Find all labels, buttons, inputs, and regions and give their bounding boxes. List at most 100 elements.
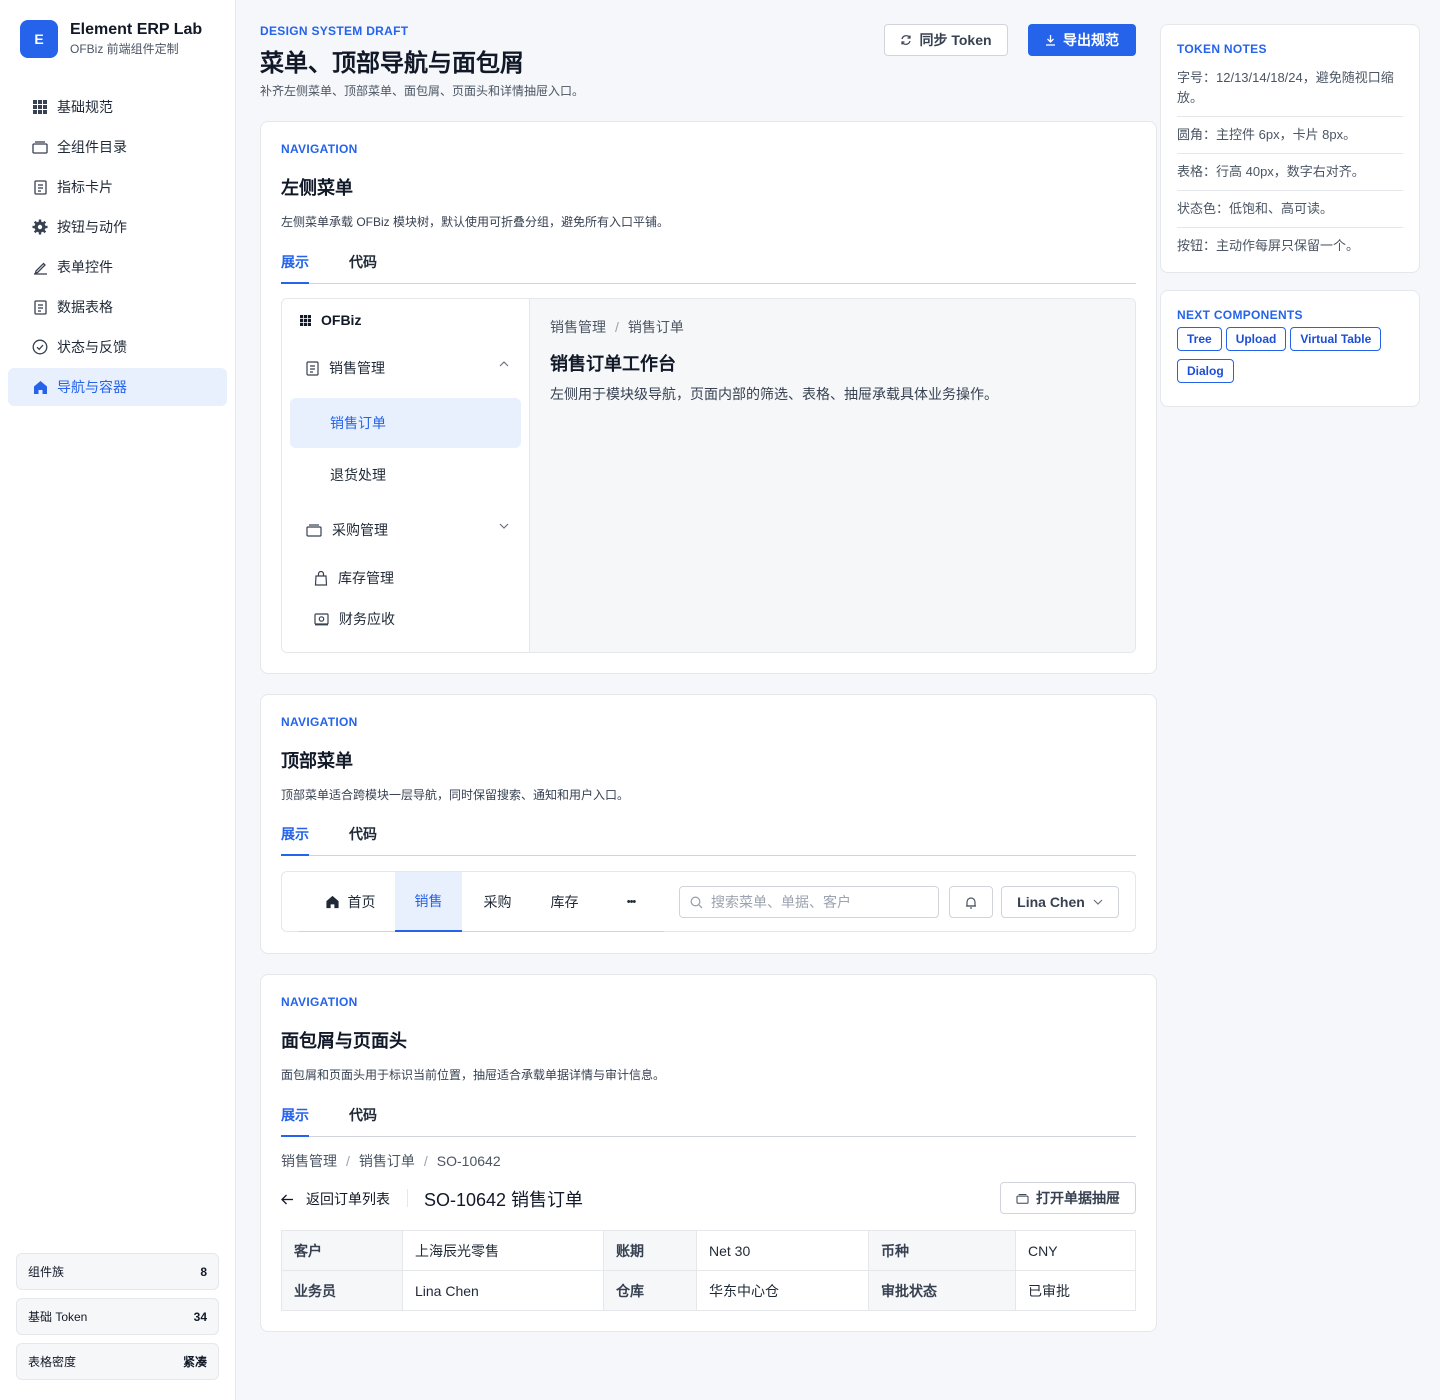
- demo-menu-header: OFBiz: [300, 312, 361, 328]
- left-menu-demo: OFBiz 销售管理 销售订单 退货处理 采购管理 库存管理 财务应收 销售管理…: [281, 298, 1136, 653]
- tab-code[interactable]: 代码: [349, 822, 377, 856]
- panel-eyebrow: TOKEN NOTES: [1177, 42, 1267, 56]
- back-label: 返回订单列表: [306, 1191, 390, 1207]
- list-item: 按钮：主动作每屏只保留一个。: [1177, 238, 1360, 253]
- search-icon: [690, 896, 703, 909]
- sidebar-item-label: 状态与反馈: [57, 339, 127, 355]
- panel-eyebrow: NEXT COMPONENTS: [1177, 308, 1303, 322]
- menu-item-label: 库存管理: [338, 570, 394, 586]
- sidebar-item-navigation-containers[interactable]: 导航与容器: [8, 368, 227, 406]
- search-input[interactable]: 搜索菜单、单据、客户: [679, 886, 939, 918]
- sidebar-stats: 组件族 8 基础 Token 34 表格密度 紧凑: [16, 1253, 219, 1388]
- sidebar-item-label: 按钮与动作: [57, 219, 127, 235]
- page-title: 菜单、顶部导航与面包屑: [260, 50, 524, 77]
- menu-item-inventory[interactable]: 库存管理: [290, 555, 521, 601]
- nav-label: 库存: [550, 894, 579, 910]
- card-breadcrumb-header: NAVIGATION 面包屑与页面头 面包屑和页面头用于标识当前位置，抽屉适合承…: [260, 974, 1157, 1332]
- user-menu-button[interactable]: Lina Chen: [1001, 886, 1119, 918]
- sidebar-nav: 基础规范 全组件目录 指标卡片 按钮与动作 表单控件 数据表格 状态与反馈 导航…: [8, 88, 227, 408]
- chip-dialog[interactable]: Dialog: [1177, 359, 1234, 383]
- menu-item-receivables[interactable]: 财务应收: [290, 596, 521, 642]
- table-value: 已审批: [1015, 1270, 1136, 1311]
- card-top-menu: NAVIGATION 顶部菜单 顶部菜单适合跨模块一层导航，同时保留搜索、通知和…: [260, 694, 1157, 954]
- gear-icon: [32, 219, 48, 235]
- table-value: Net 30: [696, 1230, 869, 1271]
- table-row: 客户 上海辰光零售 账期 Net 30 币种 CNY: [281, 1230, 1136, 1271]
- chevron-up-icon: [499, 361, 509, 367]
- table-row: 业务员 Lina Chen 仓库 华东中心仓 审批状态 已审批: [281, 1270, 1136, 1311]
- nav-label: 采购: [483, 894, 512, 910]
- card-description: 顶部菜单适合跨模块一层导航，同时保留搜索、通知和用户入口。: [281, 788, 630, 802]
- export-spec-button[interactable]: 导出规范: [1028, 24, 1136, 56]
- menu-group-label: 销售管理: [329, 360, 385, 376]
- wallet-icon: [314, 612, 329, 626]
- brand-title: Element ERP Lab: [70, 21, 203, 38]
- order-title: SO-10642 销售订单: [424, 1190, 584, 1210]
- sidebar-item-buttons[interactable]: 按钮与动作: [8, 208, 227, 246]
- user-name: Lina Chen: [1017, 894, 1085, 910]
- menu-item-sales-orders[interactable]: 销售订单: [290, 398, 521, 448]
- sidebar-item-basics[interactable]: 基础规范: [8, 88, 227, 126]
- brand-subtitle: OFBiz 前端组件定制: [70, 42, 179, 56]
- stat-value: 8: [200, 1264, 207, 1279]
- menu-item-returns[interactable]: 退货处理: [290, 450, 521, 500]
- download-icon: [1045, 34, 1056, 46]
- chip-upload[interactable]: Upload: [1225, 327, 1287, 351]
- tab-show[interactable]: 展示: [281, 822, 309, 856]
- breadcrumb-item[interactable]: 销售管理: [281, 1153, 337, 1169]
- sidebar-item-metric-cards[interactable]: 指标卡片: [8, 168, 227, 206]
- refresh-icon: [900, 34, 912, 46]
- stat-value: 34: [193, 1309, 207, 1324]
- open-drawer-button[interactable]: 打开单据抽屉: [1000, 1182, 1136, 1214]
- nav-item-stock[interactable]: 库存: [531, 872, 598, 932]
- menu-item-label: 财务应收: [339, 611, 395, 627]
- home-icon: [325, 895, 340, 909]
- back-link[interactable]: 返回订单列表: [281, 1189, 390, 1209]
- list-item: 状态色：低饱和、高可读。: [1177, 191, 1403, 228]
- nav-item-sales[interactable]: 销售: [395, 872, 462, 932]
- tabs: 展示 代码: [281, 822, 1136, 856]
- breadcrumb-item[interactable]: 销售管理: [550, 319, 606, 335]
- table-value: 华东中心仓: [696, 1270, 869, 1311]
- card-eyebrow: NAVIGATION: [281, 142, 358, 156]
- breadcrumb: 销售管理 / 销售订单 / SO-10642: [281, 1153, 501, 1169]
- menu-group-purchase[interactable]: 采购管理: [290, 505, 521, 555]
- card-left-menu: NAVIGATION 左侧菜单 左侧菜单承载 OFBiz 模块树，默认使用可折叠…: [260, 121, 1157, 674]
- more-icon[interactable]: •••: [598, 872, 664, 932]
- app-sidebar: E Element ERP Lab OFBiz 前端组件定制 基础规范 全组件目…: [0, 0, 236, 1400]
- sync-token-button[interactable]: 同步 Token: [884, 24, 1008, 56]
- sidebar-item-label: 表单控件: [57, 259, 113, 275]
- sidebar-item-form-controls[interactable]: 表单控件: [8, 248, 227, 286]
- order-detail-table: 客户 上海辰光零售 账期 Net 30 币种 CNY 业务员 Lina Chen…: [281, 1230, 1136, 1311]
- sidebar-item-status-feedback[interactable]: 状态与反馈: [8, 328, 227, 366]
- chip-virtual-table[interactable]: Virtual Table: [1290, 327, 1382, 351]
- menu-group-label: 采购管理: [332, 522, 388, 538]
- menu-group-sales[interactable]: 销售管理: [290, 343, 521, 393]
- sidebar-item-label: 数据表格: [57, 299, 113, 315]
- content-title: 销售订单工作台: [550, 354, 676, 374]
- sidebar-item-label: 指标卡片: [57, 179, 113, 195]
- table-key: 账期: [603, 1230, 697, 1271]
- sync-token-label: 同步 Token: [919, 32, 992, 48]
- bell-icon: [965, 896, 977, 909]
- table-key: 审批状态: [868, 1270, 1016, 1311]
- chip-tree[interactable]: Tree: [1177, 327, 1222, 351]
- breadcrumb-item[interactable]: 销售订单: [359, 1153, 415, 1169]
- tab-show[interactable]: 展示: [281, 250, 309, 284]
- folder-icon: [32, 139, 48, 155]
- folder-icon: [306, 523, 322, 537]
- demo-side-menu: OFBiz 销售管理 销售订单 退货处理 采购管理 库存管理 财务应收: [282, 299, 530, 652]
- breadcrumb-item: SO-10642: [436, 1153, 501, 1169]
- sidebar-item-catalog[interactable]: 全组件目录: [8, 128, 227, 166]
- tab-code[interactable]: 代码: [349, 250, 377, 284]
- tab-code[interactable]: 代码: [349, 1103, 377, 1137]
- notification-button[interactable]: [949, 886, 993, 918]
- nav-item-home[interactable]: 首页: [306, 872, 394, 932]
- top-nav: 首页 销售 采购 库存 •••: [298, 872, 664, 932]
- table-key: 客户: [281, 1230, 403, 1271]
- arrow-left-icon: [281, 1194, 294, 1205]
- sidebar-item-data-tables[interactable]: 数据表格: [8, 288, 227, 326]
- nav-label: 销售: [414, 893, 443, 909]
- tab-show[interactable]: 展示: [281, 1103, 309, 1137]
- nav-item-purchase[interactable]: 采购: [464, 872, 531, 932]
